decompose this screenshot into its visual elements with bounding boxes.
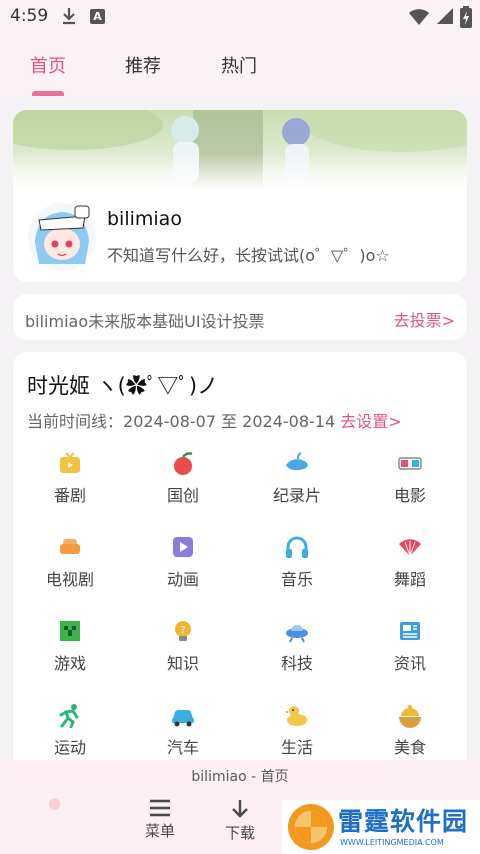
runner-icon: [59, 704, 79, 728]
timeline-label: 当前时间线：: [27, 412, 124, 431]
profile-banner-image: [13, 110, 467, 190]
bottom-page-title: bilimiao - 首页: [191, 769, 289, 785]
category-label: 知识: [166, 654, 199, 673]
category-label: 科技: [280, 654, 313, 673]
menu-label: 菜单: [144, 822, 175, 840]
car-icon: [172, 710, 194, 727]
tab-indicator: [32, 91, 64, 96]
svg-text:?: ?: [180, 625, 185, 636]
app-notification-icon: A: [90, 9, 105, 24]
fan-icon: [399, 539, 421, 557]
top-tab-bar: 首页 推荐 热门: [0, 34, 480, 94]
sofa-icon: [60, 539, 80, 554]
play-icon: [173, 537, 193, 557]
menu-icon: [150, 799, 170, 817]
tab-home[interactable]: 首页: [30, 52, 66, 78]
category-ufo[interactable]: 科技: [240, 618, 354, 688]
newspaper-icon: [400, 622, 420, 640]
avatar[interactable]: [27, 202, 97, 272]
download-notification-icon: [63, 8, 75, 25]
category-3d-glasses[interactable]: 电影: [353, 450, 467, 520]
battery-icon: [460, 6, 472, 28]
category-newspaper[interactable]: 资讯: [353, 618, 467, 688]
tab-hot[interactable]: 热门: [221, 52, 257, 78]
download-icon: [232, 800, 248, 818]
menu-button[interactable]: 菜单: [130, 798, 190, 841]
category-label: 汽车: [166, 738, 199, 757]
category-label: 游戏: [53, 654, 86, 673]
category-label: 美食: [393, 738, 426, 757]
tv-icon: [60, 452, 80, 473]
category-label: 电影: [393, 486, 426, 505]
time-machine-card: 时光姬 ヽ(✿ﾟ▽ﾟ)ノ 当前时间线：2024-08-07 至 2024-08-…: [13, 352, 467, 782]
whale-icon: [286, 452, 308, 471]
category-label: 国创: [166, 486, 199, 505]
status-time: 4:59: [10, 6, 49, 26]
faded-overlap-icon: ●: [48, 794, 62, 812]
time-machine-title: 时光姬 ヽ(✿ﾟ▽ﾟ)ノ: [27, 374, 219, 398]
profile-card[interactable]: bilimiao 不知道写什么好，长按试试(o゜▽゜)o☆: [13, 110, 467, 282]
watermark-url: WWW.LEITINGMEDIA.COM: [340, 838, 444, 847]
timeline-settings-link[interactable]: 去设置>: [340, 412, 401, 431]
fruit-icon: [174, 452, 193, 475]
category-label: 运动: [53, 738, 86, 757]
category-whale[interactable]: 纪录片: [240, 450, 354, 520]
category-tv[interactable]: 番剧: [13, 450, 127, 520]
category-play[interactable]: 动画: [126, 534, 240, 604]
profile-bio: 不知道写什么好，长按试试(o゜▽゜)o☆: [107, 246, 390, 265]
vote-link[interactable]: 去投票>: [394, 307, 455, 331]
3d-glasses-icon: [398, 457, 422, 470]
category-lightbulb[interactable]: ? 知识: [126, 618, 240, 688]
category-label: 电视剧: [45, 570, 94, 589]
category-sofa[interactable]: 电视剧: [13, 534, 127, 604]
profile-username: bilimiao: [107, 208, 182, 230]
category-label: 音乐: [280, 570, 313, 589]
notice-text: bilimiao未来版本基础UI设计投票: [25, 312, 265, 331]
category-label: 生活: [280, 738, 313, 757]
headphones-icon: [286, 536, 308, 558]
ufo-icon: [286, 625, 308, 643]
category-fan[interactable]: 舞蹈: [353, 534, 467, 604]
timeline-row: 当前时间线：2024-08-07 至 2024-08-14 去设置>: [27, 408, 402, 432]
timeline-range: 2024-08-07 至 2024-08-14: [123, 412, 336, 431]
category-label: 舞蹈: [393, 570, 426, 589]
creeper-icon: [60, 621, 80, 641]
category-headphones[interactable]: 音乐: [240, 534, 354, 604]
download-button[interactable]: 下载: [210, 798, 270, 843]
category-label: 番剧: [53, 486, 86, 505]
watermark-title: 雷霆软件园: [338, 807, 469, 836]
vote-notice-card[interactable]: bilimiao未来版本基础UI设计投票 去投票>: [13, 294, 467, 340]
wifi-icon: [409, 9, 429, 25]
signal-icon: [437, 8, 453, 24]
watermark-logo-icon: [288, 804, 334, 850]
status-bar: 4:59 A: [0, 0, 480, 34]
category-label: 资讯: [393, 654, 426, 673]
category-label: 纪录片: [272, 486, 321, 505]
download-label: 下载: [224, 824, 255, 842]
dish-icon: [399, 705, 421, 728]
watermark: 雷霆软件园 WWW.LEITINGMEDIA.COM: [282, 800, 480, 854]
tab-recommend[interactable]: 推荐: [125, 52, 161, 78]
duck-icon: [285, 706, 307, 726]
category-creeper[interactable]: 游戏: [13, 618, 127, 688]
category-label: 动画: [166, 570, 199, 589]
lightbulb-icon: ?: [175, 621, 191, 641]
category-fruit[interactable]: 国创: [126, 450, 240, 520]
